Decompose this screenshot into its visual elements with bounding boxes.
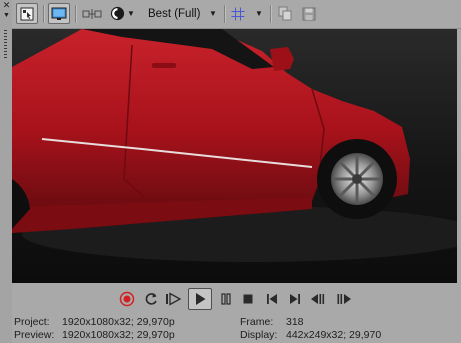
preview-settings-icon (20, 7, 34, 20)
close-icon[interactable]: ✕ (2, 1, 11, 10)
stop-icon (243, 294, 253, 304)
play-button[interactable] (188, 288, 212, 310)
record-button[interactable] (117, 289, 137, 309)
transport-bar (12, 285, 461, 313)
monitor-icon (51, 7, 67, 20)
toolbar-separator (75, 5, 76, 23)
preview-toolbar: ▼ Best (Full) ▼ ▼ (12, 0, 461, 29)
overlay-button[interactable] (108, 3, 126, 24)
preview-quality-label: Best (Full) (148, 7, 201, 20)
go-to-start-icon (267, 294, 277, 304)
previous-frame-button[interactable] (309, 289, 329, 309)
copy-snapshot-button[interactable] (276, 3, 294, 24)
toolbar-separator (270, 5, 271, 23)
grid-button[interactable] (229, 3, 247, 24)
video-frame-image (12, 29, 457, 283)
frame-label: Frame: (240, 316, 274, 328)
overlay-icon (110, 6, 124, 21)
frame-value: 318 (286, 316, 304, 328)
project-label: Project: (14, 316, 50, 328)
display-label: Display: (240, 329, 278, 341)
play-icon (196, 293, 206, 305)
go-to-end-button[interactable] (285, 289, 305, 309)
chevron-down-icon: ▼ (255, 9, 263, 18)
chevron-down-icon: ▼ (127, 9, 135, 18)
toolbar-separator (43, 5, 44, 23)
chevron-down-icon: ▼ (209, 9, 217, 18)
video-preview[interactable] (12, 29, 457, 283)
save-snapshot-icon (302, 7, 316, 20)
previous-frame-icon (311, 294, 325, 304)
preview-label: Preview: (14, 329, 55, 341)
stop-button[interactable] (238, 289, 258, 309)
next-frame-icon (337, 294, 351, 304)
pause-icon (221, 293, 231, 305)
go-to-end-icon (290, 294, 300, 304)
split-screen-button[interactable] (80, 3, 104, 24)
grid-icon (231, 7, 245, 20)
play-from-start-button[interactable] (164, 289, 184, 309)
record-icon (119, 291, 135, 307)
external-monitor-button[interactable] (48, 3, 70, 24)
pin-icon[interactable]: ▼ (3, 12, 10, 20)
loop-icon (145, 293, 157, 305)
go-to-start-button[interactable] (262, 289, 282, 309)
preview-settings-button[interactable] (16, 3, 38, 24)
pause-button[interactable] (216, 289, 236, 309)
loop-playback-button[interactable] (141, 289, 161, 309)
drag-grip[interactable] (4, 30, 7, 60)
save-snapshot-button[interactable] (300, 3, 318, 24)
copy-snapshot-icon (278, 6, 292, 21)
split-screen-icon (82, 8, 102, 19)
grid-dropdown[interactable]: ▼ (254, 3, 264, 24)
next-frame-button[interactable] (333, 289, 353, 309)
preview-value: 1920x1080x32; 29,970p (62, 329, 175, 341)
overlay-dropdown[interactable]: ▼ (126, 3, 136, 24)
quality-dropdown-arrow[interactable]: ▼ (208, 3, 218, 24)
toolbar-separator (224, 5, 225, 23)
project-value: 1920x1080x32; 29,970p (62, 316, 175, 328)
status-info: Project: 1920x1080x32; 29,970p Preview: … (14, 316, 459, 343)
display-value: 442x249x32; 29,970 (286, 329, 382, 341)
play-from-start-icon (166, 292, 182, 306)
